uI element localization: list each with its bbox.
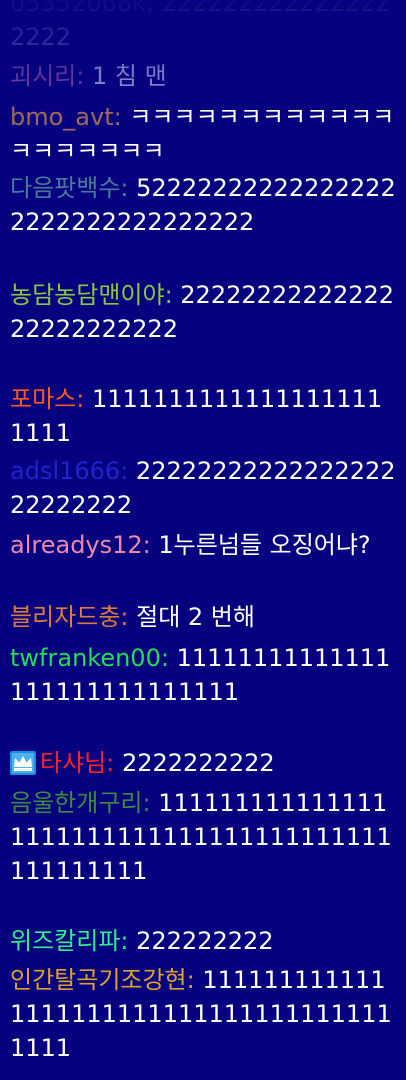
chat-username[interactable]: 다음팟백수: [10, 174, 120, 202]
chat-text: 절대 2 번해: [136, 603, 255, 631]
chat-username[interactable]: 블리자드충: [10, 603, 120, 631]
chat-message: 농담농담맨이야: 2222222222222222222222222: [10, 278, 396, 346]
chat-message: bmo_avt: ㅋㅋㅋㅋㅋㅋㅋㅋㅋㅋㅋㅋㅋㅋㅋㅋㅋㅋㅋ: [10, 100, 396, 168]
chat-colon: :: [186, 966, 203, 994]
chat-colon: :: [146, 0, 162, 17]
chat-log: 05352068k: 2222222222222222222 괴시리: 1 침 …: [0, 0, 406, 1080]
chat-message: adsl1666: 2222222222222222222222222: [10, 454, 396, 522]
chat-username[interactable]: 포마스: [10, 385, 76, 413]
chat-colon: :: [76, 62, 92, 90]
chat-message: 05352068k: 2222222222222222222: [10, 0, 396, 54]
chat-username[interactable]: alreadys12: [10, 531, 143, 559]
chat-message: 블리자드충: 절대 2 번해: [10, 600, 396, 634]
chat-message: alreadys12: 1누른넘들 오징어냐?: [10, 528, 396, 562]
chat-colon: :: [120, 457, 136, 485]
chat-colon: :: [120, 603, 137, 631]
chat-message: 괴시리: 1 침 맨: [10, 59, 396, 93]
chat-username[interactable]: bmo_avt: [10, 103, 114, 131]
chat-username[interactable]: 농담농담맨이야: [10, 281, 165, 309]
chat-colon: :: [160, 644, 177, 672]
chat-text: 1누른넘들 오징어냐?: [158, 531, 371, 559]
chat-text: 1 침 맨: [91, 62, 167, 90]
chat-username[interactable]: twfranken00: [10, 644, 161, 672]
chat-message: 위즈칼리파: 222222222: [10, 924, 396, 958]
chat-text: 2222222222: [121, 749, 275, 777]
chat-colon: :: [113, 103, 130, 131]
chat-colon: :: [106, 749, 122, 777]
chat-message: twfranken00: 111111111111111111111111111…: [10, 641, 396, 709]
chat-message: 인간탈곡기조강현: 111111111111111111111111111111…: [10, 963, 396, 1065]
chat-colon: :: [142, 789, 159, 817]
chat-message: 음울한개구리: 11111111111111111111111111111111…: [10, 786, 396, 888]
chat-username[interactable]: 타샤님: [40, 749, 106, 777]
chat-username[interactable]: 위즈칼리파: [10, 927, 120, 955]
crown-icon: [10, 750, 36, 775]
chat-colon: :: [142, 531, 159, 559]
chat-username[interactable]: adsl1666: [10, 457, 120, 485]
chat-message: 포마스: 11111111111111111111111: [10, 382, 396, 450]
chat-username[interactable]: 05352068k: [10, 0, 146, 17]
chat-colon: :: [120, 927, 137, 955]
chat-username[interactable]: 음울한개구리: [10, 789, 142, 817]
chat-message: 다음팟백수: 522222222222222222222222222222222: [10, 171, 396, 239]
chat-username[interactable]: 인간탈곡기조강현: [10, 966, 187, 994]
chat-text: 222222222: [136, 927, 274, 955]
chat-colon: :: [76, 385, 92, 413]
chat-colon: :: [120, 174, 137, 202]
chat-colon: :: [164, 281, 181, 309]
chat-message: 타샤님: 2222222222: [10, 746, 396, 780]
chat-username[interactable]: 괴시리: [10, 62, 76, 90]
